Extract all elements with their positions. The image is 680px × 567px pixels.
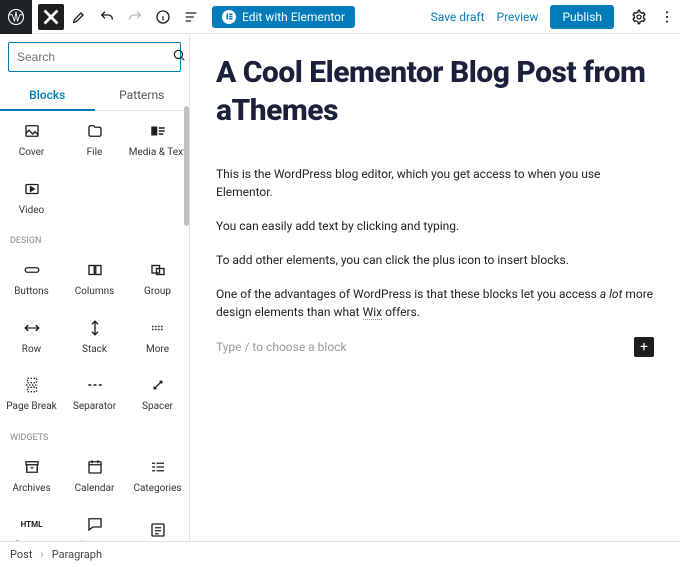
- add-block-button[interactable]: +: [634, 337, 654, 357]
- media-text-icon: [148, 121, 168, 141]
- paragraph-block[interactable]: This is the WordPress blog editor, which…: [216, 165, 654, 201]
- settings-icon[interactable]: [626, 4, 652, 30]
- group-icon: [148, 260, 168, 280]
- breadcrumb-root[interactable]: Post: [10, 548, 32, 561]
- block-cover[interactable]: Cover: [0, 111, 63, 169]
- separator-icon: [85, 375, 105, 395]
- more-icon: [148, 318, 168, 338]
- block-more[interactable]: More: [126, 308, 189, 366]
- row-icon: [22, 318, 42, 338]
- block-separator[interactable]: Separator: [63, 365, 126, 423]
- file-icon: [85, 121, 105, 141]
- block-columns[interactable]: Columns: [63, 250, 126, 308]
- tab-blocks[interactable]: Blocks: [0, 80, 95, 110]
- options-icon[interactable]: [654, 4, 680, 30]
- archives-icon: [22, 457, 42, 477]
- topbar: Edit with Elementor Save draft Preview P…: [0, 0, 680, 34]
- calendar-icon: [85, 457, 105, 477]
- editor-canvas[interactable]: A Cool Elementor Blog Post from aThemes …: [190, 34, 680, 541]
- categories-icon: [148, 457, 168, 477]
- breadcrumb-current[interactable]: Paragraph: [52, 548, 102, 561]
- block-calendar[interactable]: Calendar: [63, 447, 126, 505]
- spacer-icon: [148, 375, 168, 395]
- columns-icon: [85, 260, 105, 280]
- tab-patterns[interactable]: Patterns: [95, 80, 190, 110]
- block-buttons[interactable]: Buttons: [0, 250, 63, 308]
- block-archives[interactable]: Archives: [0, 447, 63, 505]
- block-breadcrumb: Post › Paragraph: [0, 541, 680, 567]
- elementor-icon: [222, 10, 236, 24]
- block-latest-posts[interactable]: Latest Posts: [126, 504, 189, 541]
- search-icon: [172, 48, 186, 66]
- block-spacer[interactable]: Spacer: [126, 365, 189, 423]
- wordpress-logo[interactable]: [0, 0, 32, 34]
- block-video[interactable]: Video: [0, 169, 63, 227]
- publish-button[interactable]: Publish: [550, 5, 614, 29]
- edit-icon[interactable]: [66, 4, 92, 30]
- page-break-icon: [22, 375, 42, 395]
- chevron-right-icon: ›: [40, 548, 43, 561]
- redo-icon: [122, 4, 148, 30]
- block-stack[interactable]: Stack: [63, 308, 126, 366]
- block-inserter-sidebar: Blocks Patterns Cover File Media & Text …: [0, 34, 190, 541]
- cover-icon: [22, 121, 42, 141]
- html-icon: HTML: [22, 514, 42, 534]
- undo-icon[interactable]: [94, 4, 120, 30]
- paragraph-block[interactable]: You can easily add text by clicking and …: [216, 217, 654, 235]
- paragraph-block[interactable]: One of the advantages of WordPress is th…: [216, 285, 654, 321]
- search-input[interactable]: [17, 50, 172, 64]
- stack-icon: [85, 318, 105, 338]
- save-draft-link[interactable]: Save draft: [431, 10, 485, 24]
- scrollbar-thumb[interactable]: [184, 106, 189, 226]
- block-page-break[interactable]: Page Break: [0, 365, 63, 423]
- block-file[interactable]: File: [63, 111, 126, 169]
- preview-link[interactable]: Preview: [497, 10, 539, 24]
- video-icon: [22, 179, 42, 199]
- block-group[interactable]: Group: [126, 250, 189, 308]
- buttons-icon: [22, 260, 42, 280]
- close-inserter-button[interactable]: [38, 4, 64, 30]
- section-widgets-title: WIDGETS: [0, 423, 189, 447]
- outline-icon[interactable]: [178, 4, 204, 30]
- post-title[interactable]: A Cool Elementor Blog Post from aThemes: [216, 54, 654, 129]
- block-custom-html[interactable]: HTMLCustom HTML: [0, 504, 63, 541]
- edit-with-elementor-button[interactable]: Edit with Elementor: [212, 6, 355, 28]
- info-icon[interactable]: [150, 4, 176, 30]
- search-input-wrap[interactable]: [8, 42, 181, 72]
- elementor-button-label: Edit with Elementor: [242, 10, 345, 24]
- block-appender-placeholder[interactable]: Type / to choose a block: [216, 340, 347, 354]
- inserter-tabs: Blocks Patterns: [0, 80, 189, 111]
- block-row[interactable]: Row: [0, 308, 63, 366]
- comments-icon: [85, 514, 105, 534]
- block-categories[interactable]: Categories: [126, 447, 189, 505]
- paragraph-block[interactable]: To add other elements, you can click the…: [216, 251, 654, 269]
- section-design-title: DESIGN: [0, 226, 189, 250]
- block-media-text[interactable]: Media & Text: [126, 111, 189, 169]
- posts-icon: [148, 520, 168, 540]
- block-latest-comments[interactable]: Latest Comments: [63, 504, 126, 541]
